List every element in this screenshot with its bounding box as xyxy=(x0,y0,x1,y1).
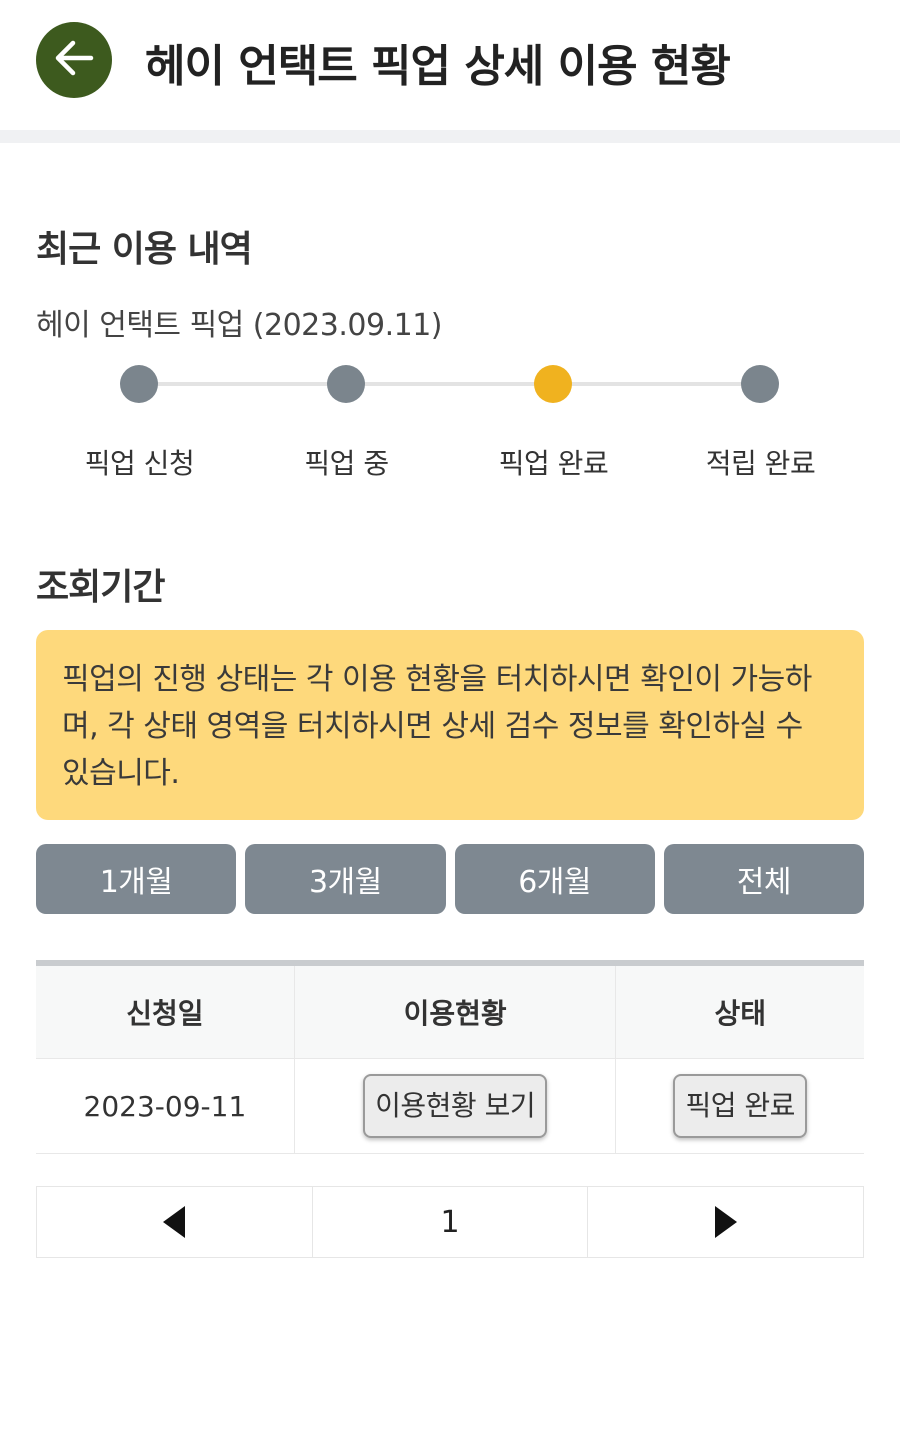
page-number: 1 xyxy=(440,1204,460,1240)
step-label: 픽업 신청 xyxy=(84,447,195,480)
notice-box: 픽업의 진행 상태는 각 이용 현황을 터치하시면 확인이 가능하며, 각 상태… xyxy=(36,630,864,820)
column-header-date: 신청일 xyxy=(36,963,295,1059)
view-usage-button[interactable]: 이용현황 보기 xyxy=(363,1074,548,1138)
column-header-status: 상태 xyxy=(615,963,864,1059)
pagination: 1 xyxy=(36,1186,864,1258)
usage-table: 신청일 이용현황 상태 2023-09-11 이용현황 보기 픽업 완료 xyxy=(36,960,864,1154)
usage-cell: 이용현황 보기 xyxy=(293,1058,616,1154)
step-label: 적립 완료 xyxy=(705,447,816,480)
status-button[interactable]: 픽업 완료 xyxy=(673,1074,807,1138)
header: 헤이 언택트 픽업 상세 이용 현황 xyxy=(0,0,900,130)
column-header-usage: 이용현황 xyxy=(293,963,616,1059)
next-page-button[interactable] xyxy=(587,1187,863,1257)
period-3-month-button[interactable]: 3개월 xyxy=(245,844,446,914)
back-button[interactable] xyxy=(36,22,112,98)
period-1-month-button[interactable]: 1개월 xyxy=(36,844,237,914)
arrow-left-icon xyxy=(51,35,97,85)
progress-track xyxy=(139,382,346,386)
period-6-month-button[interactable]: 6개월 xyxy=(454,844,655,914)
recent-usage-subtitle: 헤이 언택트 픽업 (2023.09.11) xyxy=(36,308,442,343)
progress-track xyxy=(346,382,553,386)
table-row: 2023-09-11 이용현황 보기 픽업 완료 xyxy=(36,1058,864,1154)
status-cell: 픽업 완료 xyxy=(615,1058,864,1154)
progress-stepper: 픽업 신청 픽업 중 픽업 완료 적립 완료 xyxy=(36,360,864,480)
step-dot-pickup-request xyxy=(120,365,158,403)
step-dot-pickup-complete xyxy=(534,365,572,403)
period-title: 조회기간 xyxy=(36,567,165,608)
step-label: 픽업 중 xyxy=(304,447,389,480)
step-dot-points-complete xyxy=(741,365,779,403)
triangle-right-icon xyxy=(714,1206,737,1238)
header-divider xyxy=(0,130,900,143)
request-date-cell: 2023-09-11 xyxy=(36,1058,295,1154)
period-filter: 1개월 3개월 6개월 전체 xyxy=(36,844,864,914)
page-number-button[interactable]: 1 xyxy=(311,1187,588,1257)
step-dot-pickup-in-progress xyxy=(327,365,365,403)
recent-usage-title: 최근 이용 내역 xyxy=(36,229,253,270)
progress-track xyxy=(553,382,760,386)
step-label: 픽업 완료 xyxy=(498,447,609,480)
period-all-button[interactable]: 전체 xyxy=(663,844,864,914)
table-header-row: 신청일 이용현황 상태 xyxy=(36,963,864,1059)
prev-page-button[interactable] xyxy=(37,1187,312,1257)
triangle-left-icon xyxy=(163,1206,186,1238)
page-title: 헤이 언택트 픽업 상세 이용 현황 xyxy=(145,41,731,92)
